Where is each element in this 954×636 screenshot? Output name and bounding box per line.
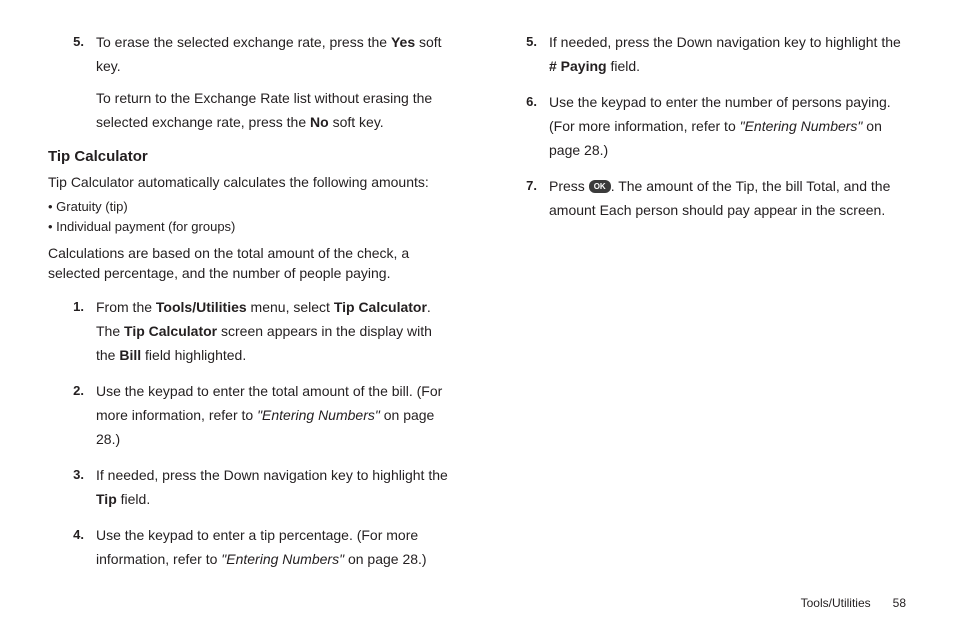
- page-footer: Tools/Utilities 58: [801, 596, 906, 610]
- list-number: 1.: [48, 295, 96, 319]
- bold-text: Tip Calculator: [334, 299, 427, 315]
- paragraph: If needed, press the Down navigation key…: [96, 463, 453, 511]
- bullet-item: Gratuity (tip): [48, 197, 453, 217]
- heading-tip-calculator: Tip Calculator: [48, 148, 453, 165]
- bold-text: Tip: [96, 491, 117, 507]
- page: 5.To erase the selected exchange rate, p…: [0, 0, 954, 636]
- right-num-list: 5.If needed, press the Down navigation k…: [501, 30, 906, 222]
- footer-section: Tools/Utilities: [801, 596, 871, 610]
- bold-text: No: [310, 114, 329, 130]
- list-body: Press OK. The amount of the Tip, the bil…: [549, 174, 906, 222]
- list-body: If needed, press the Down navigation key…: [549, 30, 906, 78]
- list-item: 1.From the Tools/Utilities menu, select …: [48, 295, 453, 367]
- paragraph: To erase the selected exchange rate, pre…: [96, 30, 453, 78]
- list-number: 7.: [501, 174, 549, 198]
- list-body: If needed, press the Down navigation key…: [96, 463, 453, 511]
- italic-text: "Entering Numbers": [221, 551, 344, 567]
- list-number: 6.: [501, 90, 549, 114]
- bullet-item: Individual payment (for groups): [48, 217, 453, 237]
- list-body: From the Tools/Utilities menu, select Ti…: [96, 295, 453, 367]
- footer-page-number: 58: [893, 596, 906, 610]
- italic-text: "Entering Numbers": [740, 118, 863, 134]
- left-top-list: 5.To erase the selected exchange rate, p…: [48, 30, 453, 134]
- list-item: 3.If needed, press the Down navigation k…: [48, 463, 453, 511]
- list-item: 7.Press OK. The amount of the Tip, the b…: [501, 174, 906, 222]
- list-body: Use the keypad to enter a tip percentage…: [96, 523, 453, 571]
- bold-text: Bill: [119, 347, 141, 363]
- bold-text: Yes: [391, 34, 415, 50]
- list-body: Use the keypad to enter the number of pe…: [549, 90, 906, 162]
- intro-text: Tip Calculator automatically calculates …: [48, 171, 453, 193]
- italic-text: "Entering Numbers": [257, 407, 380, 423]
- columns: 5.To erase the selected exchange rate, p…: [48, 30, 906, 583]
- paragraph: Use the keypad to enter the total amount…: [96, 379, 453, 451]
- list-body: To erase the selected exchange rate, pre…: [96, 30, 453, 134]
- list-item: 5.To erase the selected exchange rate, p…: [48, 30, 453, 134]
- basis-text: Calculations are based on the total amou…: [48, 243, 453, 283]
- list-number: 2.: [48, 379, 96, 403]
- list-item: 2.Use the keypad to enter the total amou…: [48, 379, 453, 451]
- paragraph: Use the keypad to enter a tip percentage…: [96, 523, 453, 571]
- paragraph: From the Tools/Utilities menu, select Ti…: [96, 295, 453, 367]
- list-number: 5.: [48, 30, 96, 54]
- list-item: 5.If needed, press the Down navigation k…: [501, 30, 906, 78]
- paragraph: If needed, press the Down navigation key…: [549, 30, 906, 78]
- paragraph: Press OK. The amount of the Tip, the bil…: [549, 174, 906, 222]
- bold-text: # Paying: [549, 58, 607, 74]
- right-column: 5.If needed, press the Down navigation k…: [501, 30, 906, 583]
- left-column: 5.To erase the selected exchange rate, p…: [48, 30, 453, 583]
- list-number: 4.: [48, 523, 96, 547]
- left-num-list: 1.From the Tools/Utilities menu, select …: [48, 295, 453, 571]
- bold-text: Tools/Utilities: [156, 299, 247, 315]
- list-number: 5.: [501, 30, 549, 54]
- list-item: 6.Use the keypad to enter the number of …: [501, 90, 906, 162]
- list-number: 3.: [48, 463, 96, 487]
- paragraph: To return to the Exchange Rate list with…: [96, 86, 453, 134]
- bullet-list: Gratuity (tip)Individual payment (for gr…: [48, 197, 453, 237]
- paragraph: Use the keypad to enter the number of pe…: [549, 90, 906, 162]
- list-body: Use the keypad to enter the total amount…: [96, 379, 453, 451]
- ok-icon: OK: [589, 180, 611, 193]
- bold-text: Tip Calculator: [124, 323, 217, 339]
- list-item: 4.Use the keypad to enter a tip percenta…: [48, 523, 453, 571]
